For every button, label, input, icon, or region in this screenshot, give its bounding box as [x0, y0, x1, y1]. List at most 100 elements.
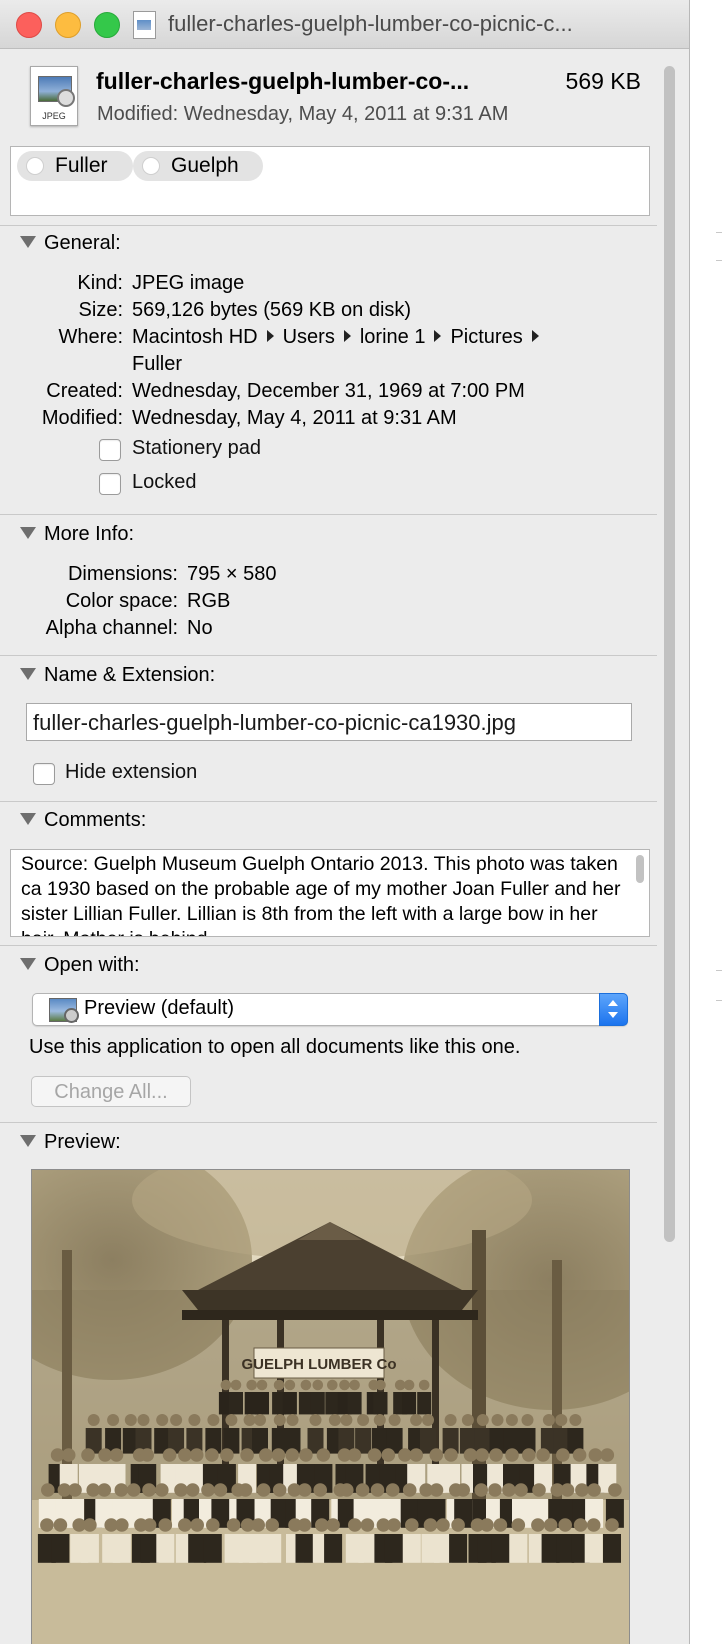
comments-textarea[interactable]: Source: Guelph Museum Guelph Ontario 201… [10, 849, 650, 937]
color-space-label: Color space: [65, 590, 178, 612]
section-general-toggle[interactable]: General: [20, 232, 121, 255]
crowd-head [220, 1448, 234, 1462]
crowd-head [569, 1414, 582, 1426]
crowd-head [476, 1414, 489, 1426]
popup-stepper-icon[interactable] [599, 993, 628, 1026]
crowd-figure [229, 1392, 243, 1415]
title-bar[interactable]: fuller-charles-guelph-lumber-co-picnic-c… [0, 0, 689, 49]
preview-app-icon [49, 998, 79, 1023]
disclosure-triangle-icon [20, 813, 36, 825]
crowd-head [410, 1414, 423, 1426]
crowd-head [124, 1414, 137, 1426]
crowd-head [587, 1483, 601, 1497]
gazebo-banner: GUELPH LUMBER Co [242, 1356, 397, 1373]
crowd-figure [282, 1392, 297, 1415]
crowd-head [285, 1448, 299, 1462]
crowd-head [402, 1483, 417, 1497]
crowd-figure [556, 1534, 575, 1563]
crowd-head [600, 1448, 615, 1462]
crowd-head [87, 1414, 100, 1426]
crowd-head [409, 1448, 424, 1462]
tag-guelph[interactable]: Guelph [133, 151, 263, 181]
change-all-button[interactable]: Change All... [31, 1076, 191, 1107]
crowd-head [339, 1379, 350, 1391]
crowd-figure [373, 1392, 388, 1415]
crowd-head [109, 1448, 124, 1462]
tag-fuller[interactable]: Fuller [17, 151, 133, 181]
crowd-head [246, 1379, 257, 1391]
disclosure-triangle-icon [20, 236, 36, 248]
title-document-icon[interactable] [133, 11, 156, 39]
crowd-figure [188, 1534, 207, 1563]
crowd-head [536, 1448, 550, 1462]
jpeg-file-icon: JPEG [30, 66, 78, 126]
crowd-head [284, 1379, 296, 1391]
crowd-head [162, 1448, 177, 1462]
file-icon-label: JPEG [42, 111, 66, 121]
path-arrow-icon [434, 330, 442, 342]
crowd-head [505, 1448, 519, 1462]
comments-scrollbar[interactable] [636, 855, 644, 883]
crowd-head [558, 1518, 572, 1532]
section-name-extension-toggle[interactable]: Name & Extension: [20, 664, 215, 687]
crowd-head [461, 1414, 474, 1426]
crowd-figure [325, 1392, 340, 1415]
crowd-head [423, 1518, 438, 1532]
size-label: Size: [78, 299, 123, 321]
crowd-head [273, 1414, 286, 1426]
tag-label: Guelph [171, 154, 239, 177]
locked-checkbox[interactable] [99, 473, 121, 495]
stationery-pad-checkbox[interactable] [99, 439, 121, 461]
zoom-button[interactable] [94, 12, 120, 38]
name-extension-input[interactable]: fuller-charles-guelph-lumber-co-picnic-c… [26, 703, 632, 741]
crowd-head [142, 1518, 157, 1532]
section-open-with-heading: Open with: [44, 954, 140, 976]
crowd-head [327, 1379, 338, 1391]
disclosure-triangle-icon [20, 1135, 36, 1147]
minimize-button[interactable] [55, 12, 81, 38]
crowd-head [313, 1483, 328, 1497]
crowd-head [83, 1518, 97, 1532]
crowd-figure [263, 1534, 282, 1563]
background-edge [716, 970, 722, 971]
hide-extension-checkbox[interactable] [33, 763, 55, 785]
crowd-head [174, 1483, 188, 1497]
crowd-head [81, 1448, 95, 1462]
vertical-scrollbar[interactable] [662, 62, 677, 1644]
crowd-head [475, 1448, 489, 1462]
path-users: Users [282, 326, 335, 348]
scrollbar-thumb[interactable] [664, 66, 675, 1242]
section-open-with-toggle[interactable]: Open with: [20, 954, 140, 977]
crowd-figure [310, 1392, 325, 1415]
comments-text: Source: Guelph Museum Guelph Ontario 201… [21, 853, 621, 936]
file-icon-lens [57, 89, 75, 107]
crowd-head [297, 1518, 312, 1532]
chevron-down-icon [608, 1012, 618, 1018]
crowd-head [370, 1483, 385, 1497]
section-preview-toggle[interactable]: Preview: [20, 1131, 121, 1154]
crowd-head [155, 1483, 169, 1497]
section-more-info-toggle[interactable]: More Info: [20, 523, 134, 546]
path-arrow-icon [531, 330, 539, 342]
crowd-head [340, 1414, 353, 1426]
crowd-head [156, 1414, 169, 1426]
crowd-head [107, 1414, 120, 1426]
path-arrow-icon [343, 330, 351, 342]
window-title: fuller-charles-guelph-lumber-co-picnic-c… [168, 11, 573, 36]
path-fuller: Fuller [132, 353, 183, 375]
file-name-heading: fuller-charles-guelph-lumber-co-... [96, 68, 470, 94]
picnic-photo-illustration: GUELPH LUMBER Co [32, 1170, 629, 1644]
color-space-value: RGB [187, 590, 231, 612]
crowd-head [126, 1483, 141, 1497]
tags-field[interactable]: Fuller Guelph [10, 146, 650, 216]
crowd-head [201, 1483, 215, 1497]
crowd-head [328, 1414, 341, 1426]
crowd-head [312, 1379, 324, 1391]
close-button[interactable] [16, 12, 42, 38]
crowd-head [256, 1483, 271, 1497]
crowd-head [531, 1518, 545, 1532]
crowd-head [387, 1518, 401, 1532]
background-edge [716, 232, 722, 233]
section-comments-toggle[interactable]: Comments: [20, 809, 146, 832]
open-with-popup[interactable]: Preview (default) [32, 993, 628, 1026]
